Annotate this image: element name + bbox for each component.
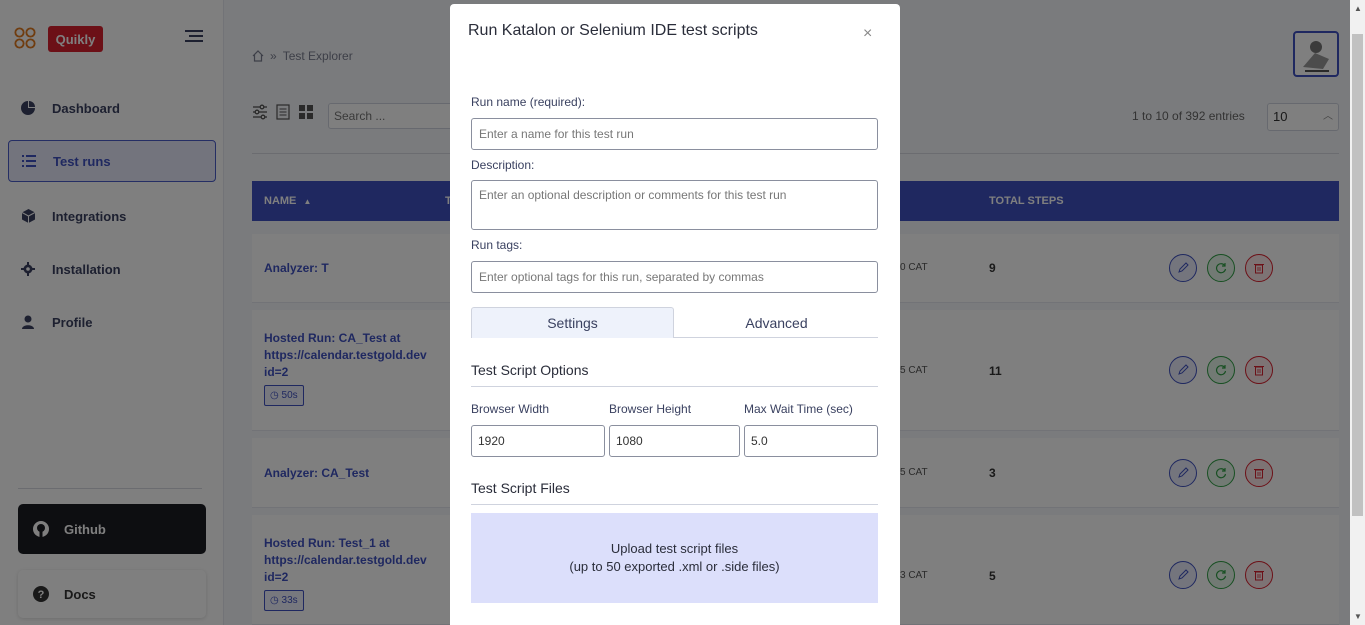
tab-advanced[interactable]: Advanced bbox=[675, 307, 878, 338]
test-script-options-title: Test Script Options bbox=[471, 362, 878, 387]
settings-tabs: Settings Advanced bbox=[471, 307, 878, 338]
page-scrollbar-thumb[interactable] bbox=[1352, 34, 1363, 516]
tab-settings[interactable]: Settings bbox=[471, 307, 674, 338]
run-tags-label: Run tags: bbox=[471, 238, 523, 252]
browser-height-label: Browser Height bbox=[609, 402, 692, 416]
max-wait-input[interactable] bbox=[744, 425, 878, 457]
test-script-files-title: Test Script Files bbox=[471, 480, 878, 505]
browser-width-input[interactable] bbox=[471, 425, 605, 457]
description-label: Description: bbox=[471, 158, 535, 172]
run-scripts-modal: Run Katalon or Selenium IDE test scripts… bbox=[450, 4, 900, 625]
browser-height-input[interactable] bbox=[609, 425, 740, 457]
run-name-label: Run name (required): bbox=[471, 95, 586, 109]
upload-line-2: (up to 50 exported .xml or .side files) bbox=[569, 559, 780, 574]
scroll-up-arrow-icon[interactable]: ▲ bbox=[1354, 4, 1362, 13]
browser-width-label: Browser Width bbox=[471, 402, 550, 416]
modal-title: Run Katalon or Selenium IDE test scripts bbox=[468, 22, 758, 39]
close-icon[interactable]: × bbox=[863, 25, 872, 43]
run-tags-input[interactable] bbox=[471, 261, 878, 293]
upload-line-1: Upload test script files bbox=[610, 541, 739, 556]
run-name-input[interactable] bbox=[471, 118, 878, 150]
scroll-down-arrow-icon[interactable]: ▼ bbox=[1354, 612, 1362, 621]
description-textarea[interactable] bbox=[471, 180, 878, 230]
max-wait-label: Max Wait Time (sec) bbox=[744, 402, 853, 416]
upload-dropzone[interactable]: Upload test script files (up to 50 expor… bbox=[471, 513, 878, 603]
